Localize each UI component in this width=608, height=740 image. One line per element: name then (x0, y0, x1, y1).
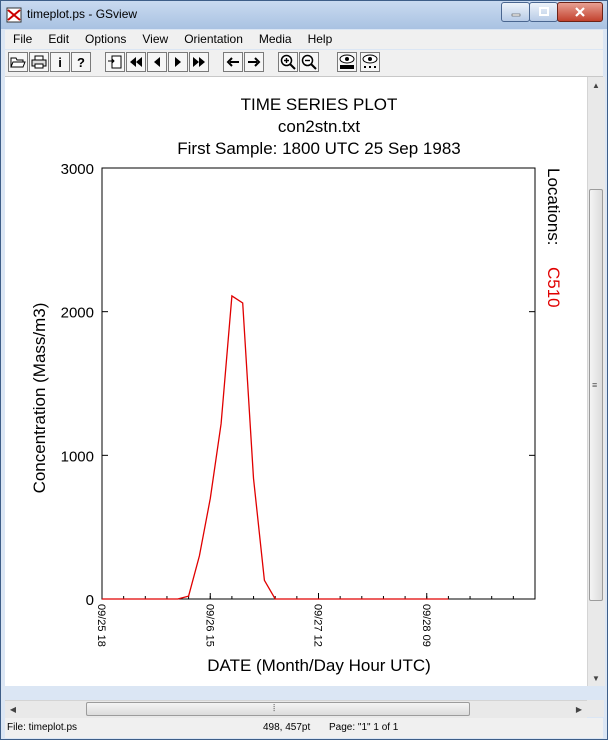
back-glyph (226, 57, 239, 67)
menu-file[interactable]: File (5, 30, 40, 49)
next-page-glyph (175, 57, 181, 67)
forward-glyph (248, 57, 261, 67)
next-page-icon[interactable] (168, 52, 188, 72)
vertical-scrollbar[interactable]: ▲ ≡ ▼ (587, 77, 605, 686)
back-icon[interactable] (223, 52, 243, 72)
horizontal-scroll-thumb[interactable]: ⦙ (86, 702, 470, 716)
forward-icon[interactable] (244, 52, 264, 72)
zoom-in-icon[interactable] (278, 52, 298, 72)
plot-subtitle-file: con2stn.txt (278, 117, 360, 136)
x-tick-label-3: 09/28 09 (420, 604, 432, 647)
y-tick-label-1: 1000 (61, 448, 94, 465)
scroll-left-icon[interactable]: ◀ (5, 701, 21, 717)
y-tick-label-3: 3000 (61, 161, 94, 178)
minimize-icon[interactable] (501, 2, 530, 22)
menu-orientation[interactable]: Orientation (176, 30, 251, 49)
close-icon[interactable] (557, 2, 603, 22)
print-glyph (31, 55, 47, 69)
time-series-plot: TIME SERIES PLOT con2stn.txt First Sampl… (30, 95, 563, 675)
y-tick-label-2: 2000 (61, 305, 94, 322)
last-page-icon[interactable] (189, 52, 209, 72)
maximize-icon[interactable] (529, 2, 558, 22)
x-axis-ticks: 09/25 18 09/26 15 09/27 12 09/28 09 (95, 593, 536, 647)
scroll-right-icon[interactable]: ▶ (571, 701, 587, 717)
text-extract-glyph (339, 54, 355, 69)
status-file: File: timeplot.ps (7, 722, 78, 733)
scroll-corner (587, 700, 604, 717)
zoom-out-icon[interactable] (299, 52, 319, 72)
horizontal-scrollbar[interactable]: ◀ ⦙ ▶ (5, 700, 587, 718)
plot-frame (101, 167, 536, 600)
y-axis-label: Concentration (Mass/m3) (30, 303, 49, 494)
series-lines (102, 294, 449, 600)
x-tick-label-0: 09/25 18 (95, 604, 107, 647)
title-bar[interactable]: timeplot.ps - GSview (1, 1, 607, 29)
find-icon[interactable] (360, 52, 380, 72)
window-controls (501, 2, 603, 22)
series-line-c510 (102, 294, 449, 600)
open-glyph (10, 57, 26, 68)
menu-view[interactable]: View (134, 30, 176, 49)
toolbar: i ? (5, 50, 603, 77)
gsview-window: timeplot.ps - GSview File Edit Options V… (0, 0, 608, 740)
window-title: timeplot.ps - GSview (27, 7, 138, 21)
find-glyph (362, 54, 378, 68)
vertical-scroll-thumb[interactable]: ≡ (589, 189, 603, 601)
last-page-glyph (193, 57, 205, 67)
x-tick-label-1: 09/26 15 (203, 604, 215, 647)
minimize-glyph (511, 13, 520, 17)
plot-subtitle-first-sample: First Sample: 1800 UTC 25 Sep 1983 (177, 139, 460, 158)
status-coords: 498, 457pt (263, 722, 311, 733)
x-axis-label: DATE (Month/Day Hour UTC) (207, 656, 431, 675)
status-page: Page: "1" 1 of 1 (329, 722, 399, 733)
info-icon[interactable]: i (50, 52, 70, 72)
document-view[interactable]: TIME SERIES PLOT con2stn.txt First Sampl… (5, 77, 587, 686)
prev-page-icon[interactable] (147, 52, 167, 72)
locations-label: Locations: (544, 168, 563, 246)
print-icon[interactable] (29, 52, 49, 72)
menu-help[interactable]: Help (300, 30, 341, 49)
zoom-in-glyph (280, 54, 296, 70)
first-page-glyph (130, 57, 142, 67)
text-extract-icon[interactable] (337, 52, 357, 72)
menu-bar: File Edit Options View Orientation Media… (5, 30, 603, 49)
scroll-up-icon[interactable]: ▲ (588, 77, 604, 93)
plot-title: TIME SERIES PLOT (241, 95, 398, 114)
location-c510-label: C510 (544, 267, 563, 308)
goto-page-icon[interactable] (105, 52, 125, 72)
menu-media[interactable]: Media (251, 30, 300, 49)
prev-page-glyph (154, 57, 160, 67)
menu-edit[interactable]: Edit (40, 30, 77, 49)
open-icon[interactable] (8, 52, 28, 72)
help-icon[interactable]: ? (71, 52, 91, 72)
y-axis-ticks: 0 1000 2000 3000 (61, 161, 535, 609)
y-tick-label-0: 0 (86, 592, 94, 609)
first-page-icon[interactable] (126, 52, 146, 72)
hthumb-grip-icon: ⦙ (273, 703, 276, 714)
goto-page-glyph (108, 55, 122, 69)
maximize-glyph (538, 7, 549, 16)
x-tick-label-2: 09/27 12 (312, 604, 324, 647)
gsview-app-icon (6, 7, 22, 23)
vthumb-grip-icon: ≡ (592, 380, 598, 390)
menu-options[interactable]: Options (77, 30, 134, 49)
scroll-down-icon[interactable]: ▼ (588, 670, 604, 686)
zoom-out-glyph (301, 54, 317, 70)
status-bar: File: timeplot.ps 498, 457pt Page: "1" 1… (5, 718, 603, 738)
close-glyph (575, 7, 585, 17)
